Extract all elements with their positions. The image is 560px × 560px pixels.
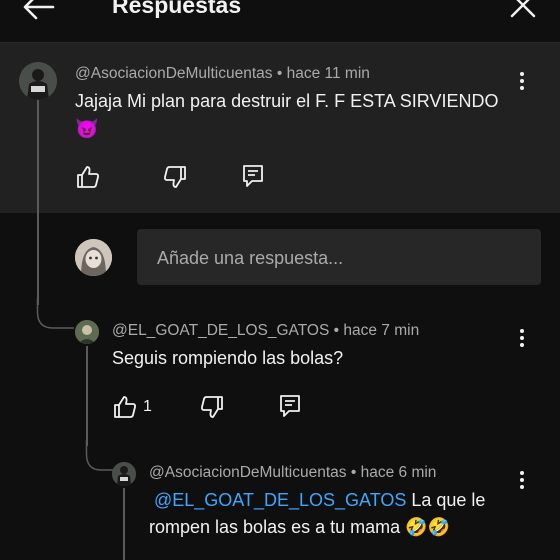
comment-meta: @AsociacionDeMulticuentas • hace 11 min: [75, 65, 370, 83]
mention-link[interactable]: @EL_GOAT_DE_LOS_GATOS: [154, 490, 406, 510]
comment-text: Jajaja Mi plan para destruir el F. F EST…: [75, 91, 499, 111]
thread-line: [86, 346, 88, 446]
comment-emoji: 😈: [75, 119, 99, 140]
like-icon[interactable]: [112, 394, 138, 420]
reply-author[interactable]: @EL_GOAT_DE_LOS_GATOS: [112, 322, 329, 339]
reply-box: [137, 229, 541, 285]
avatar[interactable]: [75, 320, 99, 344]
thread-connector: [36, 298, 74, 329]
avatar[interactable]: [19, 62, 57, 100]
meta-separator: •: [333, 322, 340, 339]
dislike-icon[interactable]: [162, 164, 188, 190]
avatar[interactable]: [112, 462, 136, 486]
meta-separator: •: [276, 65, 283, 82]
reply-icon[interactable]: [277, 393, 303, 419]
page-title: Respuestas: [112, 0, 242, 18]
reply-text: @EL_GOAT_DE_LOS_GATOS La que le: [154, 490, 485, 511]
reply-time: hace 6 min: [360, 464, 437, 481]
reply-meta: @EL_GOAT_DE_LOS_GATOS • hace 7 min: [112, 322, 419, 340]
comment-author[interactable]: @AsociacionDeMulticuentas: [75, 65, 273, 82]
reply-time: hace 7 min: [343, 322, 420, 339]
reply-author[interactable]: @AsociacionDeMulticuentas: [149, 464, 347, 481]
more-options-icon[interactable]: [516, 327, 528, 351]
user-avatar: [75, 239, 112, 276]
thread-line: [37, 100, 39, 305]
reply-meta: @AsociacionDeMulticuentas • hace 6 min: [149, 464, 436, 482]
comment-time: hace 11 min: [286, 65, 370, 82]
like-icon[interactable]: [75, 164, 101, 190]
meta-separator: •: [350, 464, 357, 481]
reply-text: Seguis rompiendo las bolas?: [112, 348, 344, 368]
more-options-icon[interactable]: [516, 70, 528, 94]
thread-line: [123, 488, 125, 560]
arrow-left-icon[interactable]: [22, 0, 56, 22]
like-count: 1: [143, 398, 152, 415]
thread-connector: [85, 440, 113, 471]
reply-emoji: 🤣🤣: [405, 517, 450, 537]
header-bar: Respuestas: [0, 0, 560, 42]
more-options-icon[interactable]: [516, 469, 528, 493]
reply-icon[interactable]: [240, 163, 266, 189]
close-icon[interactable]: [510, 0, 536, 18]
reply-text-rest: La que le: [406, 490, 486, 510]
dislike-icon[interactable]: [199, 394, 225, 420]
reply-input[interactable]: [155, 243, 529, 273]
reply-text-2: rompen las bolas es a tu mama: [149, 517, 401, 537]
reply-text-line2: rompen las bolas es a tu mama 🤣🤣: [149, 517, 450, 538]
